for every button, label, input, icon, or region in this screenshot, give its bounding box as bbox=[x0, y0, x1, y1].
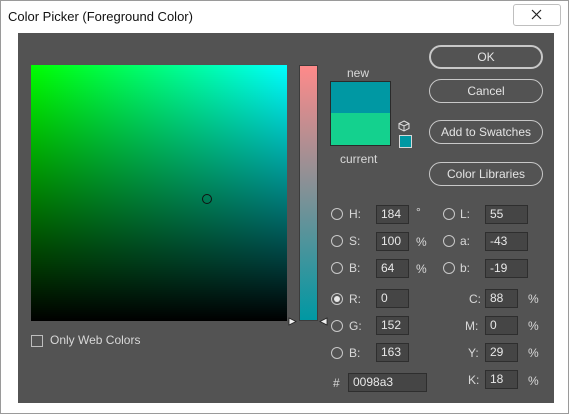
slider-right-arrow-icon[interactable] bbox=[319, 317, 328, 326]
new-label: new bbox=[347, 66, 370, 80]
lab-l-field[interactable]: 55 bbox=[485, 205, 528, 224]
only-web-colors-checkbox[interactable] bbox=[31, 335, 43, 347]
websafe-color-swatch[interactable] bbox=[399, 135, 412, 148]
new-color-swatch bbox=[330, 81, 391, 114]
blue-radio[interactable] bbox=[331, 347, 343, 359]
black-label: K: bbox=[468, 373, 480, 387]
window-title: Color Picker (Foreground Color) bbox=[8, 9, 193, 24]
color-picker-window: Color Picker (Foreground Color) new curr… bbox=[0, 0, 569, 414]
brightness-unit: % bbox=[416, 262, 427, 276]
lab-b-label: b: bbox=[460, 261, 471, 275]
blue-field[interactable]: 163 bbox=[376, 343, 409, 362]
current-color-swatch[interactable] bbox=[330, 113, 391, 146]
cyan-label: C: bbox=[469, 292, 481, 306]
hue-radio[interactable] bbox=[331, 208, 343, 220]
saturation-label: S: bbox=[349, 234, 361, 248]
current-label: current bbox=[340, 152, 378, 166]
green-label: G: bbox=[349, 319, 362, 333]
lab-a-label: a: bbox=[460, 234, 471, 248]
title-bar: Color Picker (Foreground Color) bbox=[1, 1, 568, 33]
color-field[interactable] bbox=[31, 65, 287, 321]
hue-unit: ° bbox=[416, 205, 421, 219]
saturation-radio[interactable] bbox=[331, 235, 343, 247]
lab-l-radio[interactable] bbox=[443, 208, 455, 220]
hue-label: H: bbox=[349, 207, 361, 221]
magenta-label: M: bbox=[465, 319, 479, 333]
cyan-unit: % bbox=[528, 292, 539, 306]
lab-b-field[interactable]: -19 bbox=[485, 259, 528, 278]
hex-field[interactable]: 0098a3 bbox=[348, 373, 427, 392]
yellow-field[interactable]: 29 bbox=[485, 343, 518, 362]
brightness-field[interactable]: 64 bbox=[376, 259, 409, 278]
saturation-field[interactable]: 100 bbox=[376, 232, 409, 251]
blue-label: B: bbox=[349, 346, 361, 360]
magenta-field[interactable]: 0 bbox=[485, 316, 518, 335]
only-web-colors-label: Only Web Colors bbox=[50, 333, 141, 347]
lab-a-field[interactable]: -43 bbox=[485, 232, 528, 251]
cancel-button[interactable]: Cancel bbox=[429, 79, 543, 103]
saturation-unit: % bbox=[416, 235, 427, 249]
red-field[interactable]: 0 bbox=[376, 289, 409, 308]
magenta-unit: % bbox=[528, 319, 539, 333]
green-field[interactable]: 152 bbox=[376, 316, 409, 335]
color-field-cursor[interactable] bbox=[202, 194, 212, 204]
black-field[interactable]: 18 bbox=[485, 370, 518, 389]
hue-field[interactable]: 184 bbox=[376, 205, 409, 224]
lab-l-label: L: bbox=[460, 207, 471, 221]
slider-left-arrow-icon[interactable] bbox=[288, 317, 297, 326]
yellow-label: Y: bbox=[468, 346, 479, 360]
cyan-field[interactable]: 88 bbox=[485, 289, 518, 308]
black-unit: % bbox=[528, 374, 539, 388]
red-label: R: bbox=[349, 292, 361, 306]
yellow-unit: % bbox=[528, 346, 539, 360]
cube-icon[interactable] bbox=[398, 120, 410, 132]
close-icon bbox=[531, 9, 542, 20]
close-button[interactable] bbox=[513, 4, 561, 26]
hex-label: # bbox=[333, 376, 340, 390]
lab-b-radio[interactable] bbox=[443, 262, 455, 274]
ok-button[interactable]: OK bbox=[429, 45, 543, 69]
brightness-label: B: bbox=[349, 261, 361, 275]
red-radio[interactable] bbox=[331, 293, 343, 305]
lab-a-radio[interactable] bbox=[443, 235, 455, 247]
color-libraries-button[interactable]: Color Libraries bbox=[429, 162, 543, 186]
brightness-radio[interactable] bbox=[331, 262, 343, 274]
hue-slider[interactable] bbox=[299, 65, 318, 321]
add-to-swatches-button[interactable]: Add to Swatches bbox=[429, 120, 543, 144]
green-radio[interactable] bbox=[331, 320, 343, 332]
dialog-body: new current OK Cancel Add to Swatches Co… bbox=[18, 33, 554, 403]
